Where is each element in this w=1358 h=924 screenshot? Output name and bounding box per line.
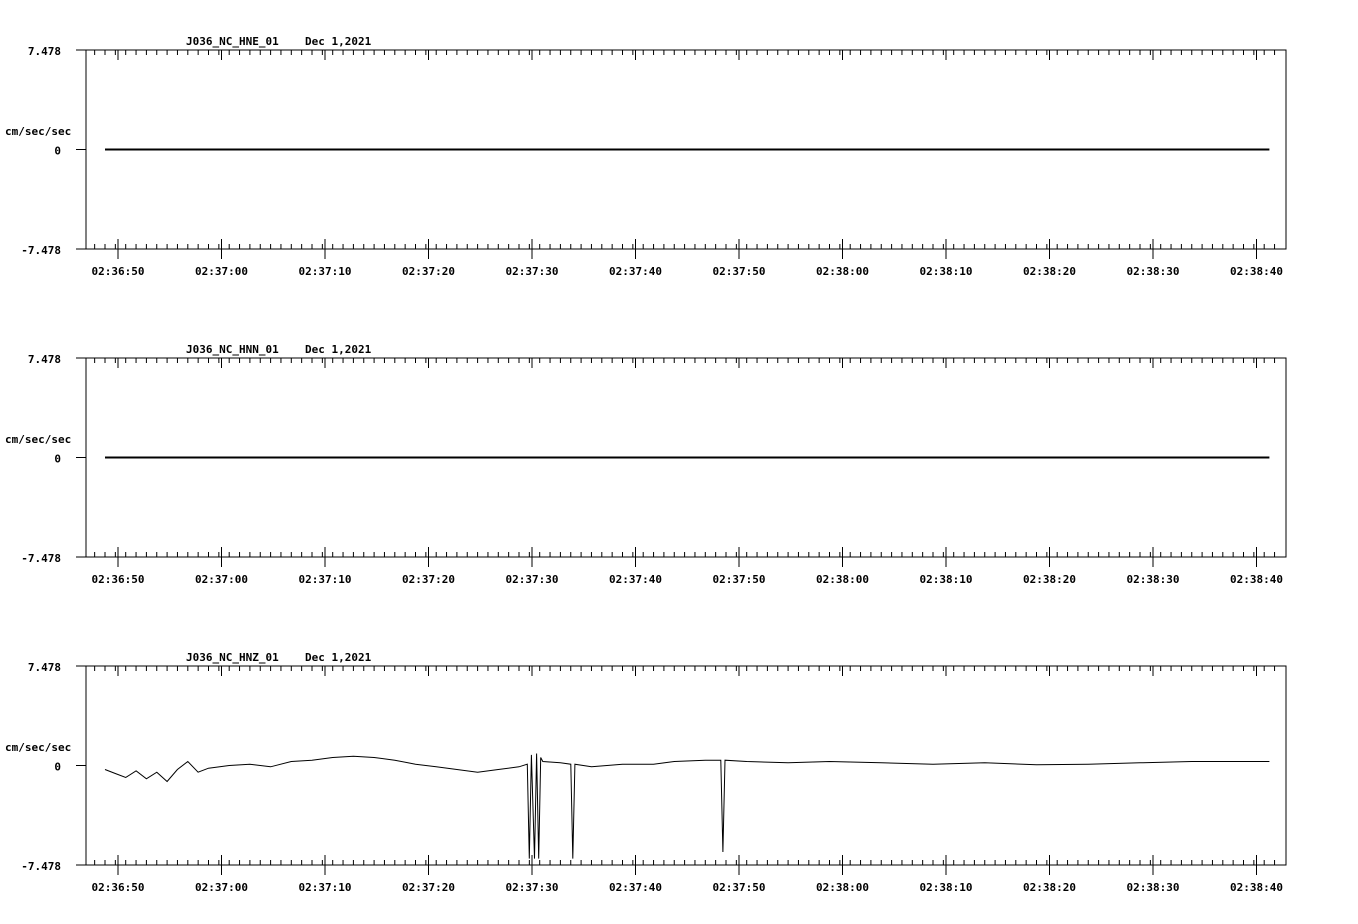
y-tick-label-top: 7.478: [28, 353, 61, 366]
x-tick-label: 02:38:00: [816, 265, 869, 278]
plot-frame: [85, 665, 1287, 866]
x-tick-label: 02:37:20: [402, 881, 455, 894]
x-tick-label: 02:37:20: [402, 573, 455, 586]
x-tick-label: 02:37:30: [506, 881, 559, 894]
x-tick-label: 02:38:40: [1230, 881, 1283, 894]
station-title: J036_NC_HNE_01: [186, 35, 279, 48]
panel-1: [76, 357, 1287, 567]
x-tick-label: 02:37:10: [299, 265, 352, 278]
x-tick-label: 02:38:20: [1023, 881, 1076, 894]
x-tick-label: 02:38:30: [1127, 265, 1180, 278]
x-tick-label: 02:37:40: [609, 265, 662, 278]
x-tick-label: 02:37:30: [506, 265, 559, 278]
y-tick-label-zero: 0: [54, 453, 61, 466]
y-axis-unit: cm/sec/sec: [5, 741, 71, 754]
seismogram-figure: J036_NC_HNE_01 Dec 1,2021 cm/sec/sec 7.478 0…: [5, 35, 1287, 894]
x-tick-label: 02:38:30: [1127, 573, 1180, 586]
y-tick-label-top: 7.478: [28, 661, 61, 674]
x-tick-label: 02:37:30: [506, 573, 559, 586]
y-tick-label-zero: 0: [54, 145, 61, 158]
x-tick-label: 02:38:30: [1127, 881, 1180, 894]
x-tick-label: 02:38:40: [1230, 573, 1283, 586]
x-tick-label: 02:37:10: [299, 881, 352, 894]
waveform-trace-0: [104, 753, 1270, 859]
date-title: Dec 1,2021: [305, 651, 372, 664]
x-tick-label: 02:37:40: [609, 573, 662, 586]
station-title: J036_NC_HNZ_01: [186, 651, 279, 664]
x-tick-label: 02:36:50: [92, 881, 145, 894]
x-tick-label: 02:37:50: [713, 265, 766, 278]
x-tick-label: 02:37:00: [195, 265, 248, 278]
date-title: Dec 1,2021: [305, 35, 372, 48]
y-axis-unit: cm/sec/sec: [5, 433, 71, 446]
x-tick-label: 02:37:50: [713, 881, 766, 894]
x-tick-label: 02:38:40: [1230, 265, 1283, 278]
x-tick-label: 02:38:00: [816, 573, 869, 586]
y-tick-label-top: 7.478: [28, 45, 61, 58]
x-tick-label: 02:38:00: [816, 881, 869, 894]
y-tick-label-bottom: -7.478: [21, 244, 61, 257]
x-tick-label: 02:38:20: [1023, 265, 1076, 278]
x-tick-label: 02:37:10: [299, 573, 352, 586]
x-tick-label: 02:37:40: [609, 881, 662, 894]
x-tick-label: 02:38:20: [1023, 573, 1076, 586]
x-tick-label: 02:38:10: [920, 265, 973, 278]
y-axis-unit: cm/sec/sec: [5, 125, 71, 138]
x-tick-label: 02:36:50: [92, 573, 145, 586]
y-tick-label-bottom: -7.478: [21, 552, 61, 565]
x-tick-label: 02:37:50: [713, 573, 766, 586]
station-title: J036_NC_HNN_01: [186, 343, 279, 356]
y-tick-label-zero: 0: [54, 761, 61, 774]
y-tick-label-bottom: -7.478: [21, 860, 61, 873]
x-tick-label: 02:37:20: [402, 265, 455, 278]
panel-0: [76, 49, 1287, 259]
x-tick-label: 02:37:00: [195, 573, 248, 586]
x-tick-label: 02:38:10: [920, 573, 973, 586]
panel-2: [76, 665, 1287, 875]
x-tick-label: 02:38:10: [920, 881, 973, 894]
x-tick-label: 02:37:00: [195, 881, 248, 894]
date-title: Dec 1,2021: [305, 343, 372, 356]
x-tick-label: 02:36:50: [92, 265, 145, 278]
